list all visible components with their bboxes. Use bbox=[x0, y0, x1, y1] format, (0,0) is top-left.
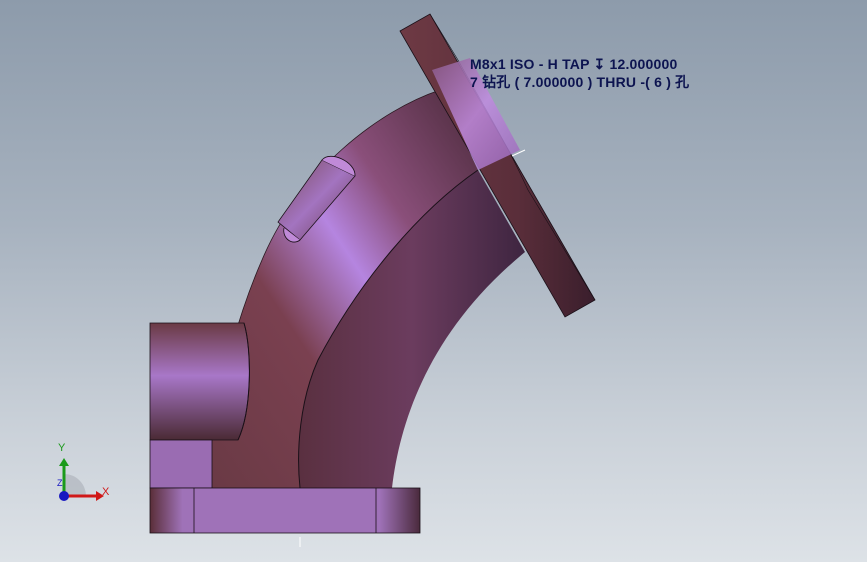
graphics-viewport[interactable]: M8x1 ISO - H TAP ↧ 12.000000 7 钻孔 ( 7.00… bbox=[0, 0, 867, 562]
hole-callout-line-1[interactable]: M8x1 ISO - H TAP ↧ 12.000000 bbox=[470, 56, 677, 72]
branch-pipe bbox=[149, 322, 250, 441]
axis-y-label: Y bbox=[58, 442, 66, 454]
hole-callout-line-2[interactable]: 7 钻孔 ( 7.000000 ) THRU -( 6 ) 孔 bbox=[470, 74, 689, 90]
lower-block bbox=[149, 439, 213, 489]
axis-x-label: X bbox=[102, 486, 110, 498]
orientation-triad[interactable]: X Y Z bbox=[44, 440, 116, 512]
axis-z-label: Z bbox=[57, 478, 63, 488]
triad-graphic bbox=[59, 458, 104, 501]
base-flange bbox=[149, 487, 421, 534]
model-elbow-part[interactable] bbox=[0, 0, 867, 562]
